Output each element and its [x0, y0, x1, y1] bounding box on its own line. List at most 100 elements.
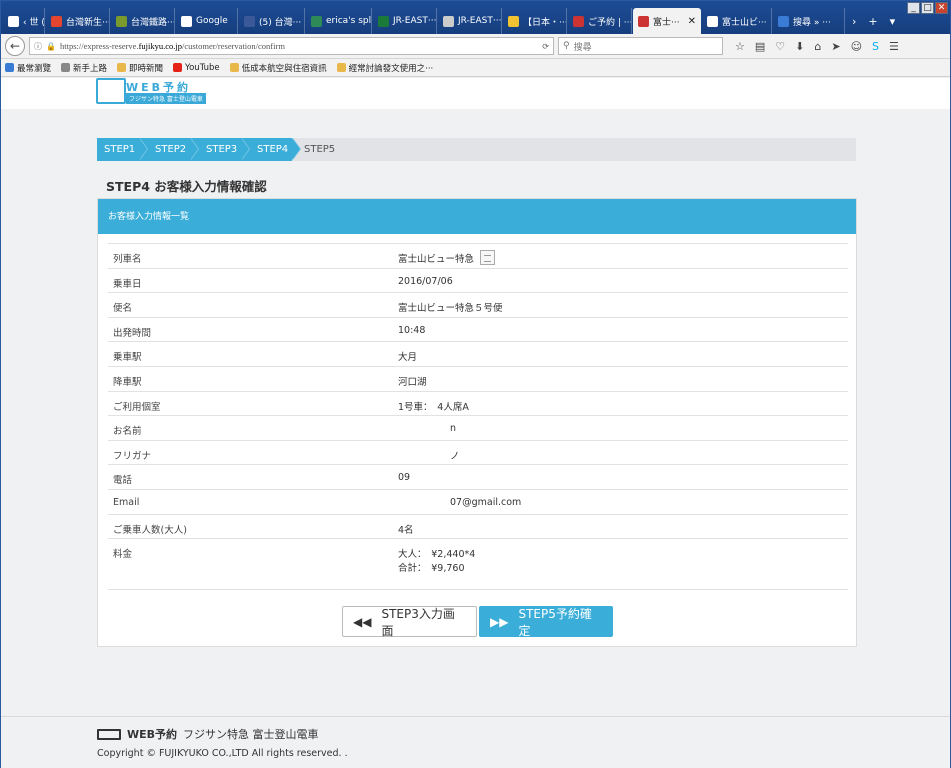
tab-favicon-icon: [508, 15, 519, 27]
browser-tab[interactable]: ご予約 | ···: [568, 8, 632, 34]
home-icon[interactable]: ⌂: [814, 40, 821, 53]
minimize-button[interactable]: _: [907, 2, 920, 14]
tab-favicon-icon: [778, 15, 789, 27]
close-tab-icon[interactable]: ✕: [688, 16, 696, 27]
row-value-cell: 07@gmail.com: [398, 488, 848, 515]
new-tab-icon[interactable]: +: [862, 8, 883, 34]
row-label: 乗車駅: [108, 341, 398, 367]
tab-favicon-icon: [311, 15, 322, 27]
row-value-cell: 2016/07/06: [398, 267, 848, 293]
search-box[interactable]: ⚲ 搜尋: [558, 37, 723, 55]
browser-tab[interactable]: JR-EAST···: [373, 8, 437, 34]
row-label: ご乗車人数(大人): [108, 513, 398, 539]
browser-tab[interactable]: 富士··· ✕: [633, 8, 701, 34]
send-icon[interactable]: ➤: [831, 40, 840, 53]
bookmark-label: 新手上路: [73, 63, 108, 74]
bookmark-label: 經常討論發文使用之···: [348, 63, 434, 74]
row-label: フリガナ: [108, 439, 398, 465]
row-label: 料金: [108, 538, 398, 591]
table-row: ご利用個室 1号車： 4人席A: [108, 390, 848, 416]
tab-strip: ‹ 世 (··· 台灣新生··· 台灣鐵路··· Google (5) 台灣··· eri…: [1, 1, 950, 34]
table-row: 乗車日 2016/07/06: [108, 267, 848, 293]
row-value-cell: 大月: [398, 341, 848, 367]
search-icon: ⚲: [563, 41, 570, 51]
table-row: 料金 大人： ¥2,440*4 合計： ¥9,760: [108, 538, 848, 591]
tab-favicon-icon: [443, 15, 454, 27]
back-button[interactable]: ←: [5, 36, 25, 56]
row-value: 大月: [398, 352, 418, 364]
window-controls: _ □ ✕: [907, 2, 948, 14]
table-row: 降車駅 河口湖: [108, 365, 848, 392]
star-icon[interactable]: ☆: [735, 40, 745, 53]
row-value: 4名: [398, 524, 414, 536]
table-row: 乗車駅 大月: [108, 341, 848, 367]
row-value-cell: 09: [398, 464, 848, 490]
table-row: 列車名 富士山ビュー特急: [108, 243, 848, 269]
bookmark-item[interactable]: 即時新聞: [117, 62, 163, 74]
pocket-icon[interactable]: ♡: [775, 40, 785, 53]
bookmark-icon: [336, 63, 346, 72]
logo-mark-icon: [96, 78, 126, 104]
row-value: 10:48: [398, 324, 426, 336]
table-row: お名前 n: [108, 415, 848, 441]
browser-tab[interactable]: (5) 台灣···: [239, 8, 305, 34]
web-page: WEB予約 フジサン特急 富士登山電車 STEP1 STEP2 STEP3 ST…: [1, 78, 950, 768]
browser-tab[interactable]: 搜尋 » ···: [773, 8, 845, 34]
bookmarks-bar: 最常瀏覽 新手上路 即時新聞 YouTube 低成本航空與住宿資訊 經常討論發文使用之··…: [1, 59, 950, 77]
download-icon[interactable]: ⬇: [795, 40, 804, 53]
panel-title: お客様入力情報一覧: [98, 199, 856, 234]
maximize-button[interactable]: □: [921, 2, 934, 14]
tab-favicon-icon: [707, 15, 718, 27]
bookmark-item[interactable]: 低成本航空與住宿資訊: [229, 62, 327, 74]
row-value-cell: 大人： ¥2,440*4 合計： ¥9,760: [398, 538, 848, 591]
tab-list-icon[interactable]: ▾: [884, 8, 902, 34]
tab-favicon-icon: [244, 15, 255, 27]
browser-tab[interactable]: 富士山ビ···: [702, 8, 772, 34]
tab-label: JR-EAST···: [458, 16, 502, 26]
row-value-total: 合計： ¥9,760: [398, 563, 465, 575]
reading-list-icon[interactable]: ▤: [755, 40, 765, 53]
site-header: WEB予約 フジサン特急 富士登山電車: [1, 78, 950, 109]
skype-icon[interactable]: S: [872, 40, 879, 53]
row-label: 列車名: [108, 243, 398, 269]
browser-tab[interactable]: 【日本・···: [503, 8, 567, 34]
bookmark-item[interactable]: 最常瀏覽: [5, 62, 51, 74]
scroll-tabs-icon[interactable]: ›: [846, 8, 862, 34]
footer-logo-text: WEB予約: [127, 728, 178, 741]
browser-tab[interactable]: JR-EAST···: [438, 8, 502, 34]
browser-tab[interactable]: ‹ 世 (···: [3, 8, 45, 34]
browser-tab[interactable]: Google: [176, 8, 238, 34]
menu-icon[interactable]: ☰: [889, 40, 899, 53]
step5-confirm-button[interactable]: ▶▶ STEP5予約確定: [479, 606, 613, 638]
chat-icon[interactable]: ☺: [851, 40, 862, 53]
bookmark-item[interactable]: 經常討論發文使用之···: [336, 62, 434, 74]
browser-tab[interactable]: 台灣鐵路···: [111, 8, 175, 34]
page-title: STEP4 お客様入力情報確認: [106, 179, 267, 194]
tab-favicon-icon: [378, 15, 389, 27]
row-value: 大人： ¥2,440*4: [398, 549, 476, 561]
row-value-cell: 10:48: [398, 316, 848, 342]
reload-icon[interactable]: ⟳: [542, 42, 549, 51]
row-label: ご利用個室: [108, 390, 398, 416]
step-progress: STEP1 STEP2 STEP3 STEP4 STEP5: [97, 138, 856, 161]
browser-window: ‹ 世 (··· 台灣新生··· 台灣鐵路··· Google (5) 台灣··· eri…: [0, 0, 951, 768]
browser-tab[interactable]: 台灣新生···: [46, 8, 110, 34]
tab-favicon-icon: [573, 15, 584, 27]
logo-mark-icon: [97, 728, 121, 740]
close-window-button[interactable]: ✕: [935, 2, 948, 14]
document-icon[interactable]: [480, 250, 496, 265]
row-value: ノ: [450, 450, 460, 462]
step3-back-button[interactable]: ◀◀ STEP3入力画面: [342, 606, 477, 638]
info-icon[interactable]: ⓘ: [34, 41, 42, 52]
site-logo[interactable]: WEB予約 フジサン特急 富士登山電車: [96, 78, 212, 104]
url-bar[interactable]: ⓘ 🔒 https://express-reserve.fujikyu.co.j…: [29, 37, 554, 55]
tab-label: ‹ 世 (···: [23, 17, 45, 28]
info-table: 列車名 富士山ビュー特急 乗車日 2016/07/06 便名 富士山ビュー特急５号便 出発時…: [108, 243, 848, 591]
row-label: 降車駅: [108, 365, 398, 392]
bookmark-item[interactable]: YouTube: [173, 63, 220, 73]
tab-favicon-icon: [638, 15, 649, 27]
bookmark-icon: [5, 63, 14, 72]
bookmark-item[interactable]: 新手上路: [61, 62, 107, 74]
lock-icon: 🔒: [46, 41, 56, 51]
browser-tab[interactable]: erica's spl···: [306, 8, 372, 34]
